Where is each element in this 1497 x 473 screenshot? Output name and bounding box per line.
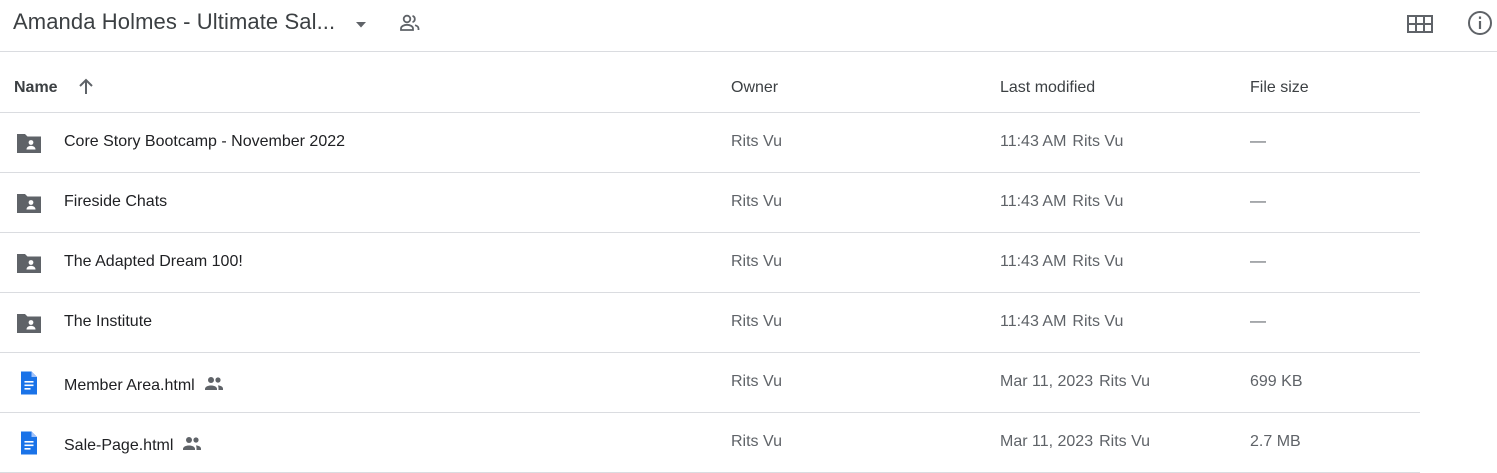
file-name: Core Story Bootcamp - November 2022 [64,133,346,150]
file-owner: Rits Vu [731,433,782,450]
file-size: 699 KB [1250,373,1303,390]
modified-by: Rits Vu [1072,193,1124,210]
google-doc-icon [21,431,37,455]
file-name: Fireside Chats [64,193,168,210]
column-owner[interactable]: Owner [731,79,778,97]
file-row[interactable]: Member Area.html Rits Vu Mar 11, 2023 Rit… [0,353,1420,413]
file-size: — [1250,253,1266,270]
modified-by: Rits Vu [1099,373,1151,390]
last-modified: 11:43 AM Rits Vu [1000,193,1123,211]
sort-ascending-arrow-icon[interactable] [75,76,97,98]
file-name: The Adapted Dream 100! [64,253,243,270]
modified-date: 11:43 AM [1000,133,1067,150]
shared-folder-icon [17,314,41,333]
column-name[interactable]: Name [14,79,58,97]
people-icon[interactable] [398,11,422,35]
file-row[interactable]: Fireside Chats Rits Vu 11:43 AM Rits Vu — [0,173,1420,233]
last-modified: Mar 11, 2023 Rits Vu [1000,373,1150,391]
column-file-size[interactable]: File size [1250,79,1309,97]
grid-view-icon[interactable] [1406,10,1434,38]
file-owner: Rits Vu [731,193,782,210]
file-size: — [1250,133,1266,150]
column-last-modified[interactable]: Last modified [1000,79,1095,97]
file-owner: Rits Vu [731,253,782,270]
folder-title[interactable]: Amanda Holmes - Ultimate Sal... [13,9,335,35]
modified-by: Rits Vu [1099,433,1151,450]
modified-date: 11:43 AM [1000,253,1067,270]
last-modified: Mar 11, 2023 Rits Vu [1000,433,1150,451]
file-owner: Rits Vu [731,133,782,150]
modified-by: Rits Vu [1072,313,1124,330]
shared-people-icon [183,437,202,450]
file-name: The Institute [64,313,153,330]
file-name-wrap: Member Area.html [64,373,225,395]
shared-folder-icon [17,194,41,213]
file-row[interactable]: The Institute Rits Vu 11:43 AM Rits Vu — [0,293,1420,353]
google-doc-icon [21,371,37,395]
modified-date: Mar 11, 2023 [1000,433,1094,450]
file-owner: Rits Vu [731,373,782,390]
column-header: Name Owner Last modified File size [0,53,1420,113]
shared-folder-icon [17,134,41,153]
modified-date: Mar 11, 2023 [1000,373,1094,390]
last-modified: 11:43 AM Rits Vu [1000,313,1123,331]
modified-date: 11:43 AM [1000,313,1067,330]
modified-date: 11:43 AM [1000,193,1067,210]
last-modified: 11:43 AM Rits Vu [1000,133,1123,151]
file-size: 2.7 MB [1250,433,1301,450]
modified-by: Rits Vu [1072,253,1124,270]
dropdown-caret-icon[interactable] [353,17,369,33]
last-modified: 11:43 AM Rits Vu [1000,253,1123,271]
shared-people-icon [204,377,223,390]
file-owner: Rits Vu [731,313,782,330]
top-bar: Amanda Holmes - Ultimate Sal... [0,0,1497,52]
modified-by: Rits Vu [1072,133,1124,150]
shared-folder-icon [17,254,41,273]
file-size: — [1250,313,1266,330]
file-row[interactable]: Sale-Page.html Rits Vu Mar 11, 2023 Rits … [0,413,1420,473]
file-name-wrap: Sale-Page.html [64,433,203,455]
file-row[interactable]: The Adapted Dream 100! Rits Vu 11:43 AM R… [0,233,1420,293]
file-size: — [1250,193,1266,210]
info-icon[interactable] [1466,9,1494,37]
file-name: Sale-Page.html [64,437,174,454]
file-name: Member Area.html [64,377,195,394]
file-list: Core Story Bootcamp - November 2022 Rits… [0,113,1420,473]
file-row[interactable]: Core Story Bootcamp - November 2022 Rits… [0,113,1420,173]
